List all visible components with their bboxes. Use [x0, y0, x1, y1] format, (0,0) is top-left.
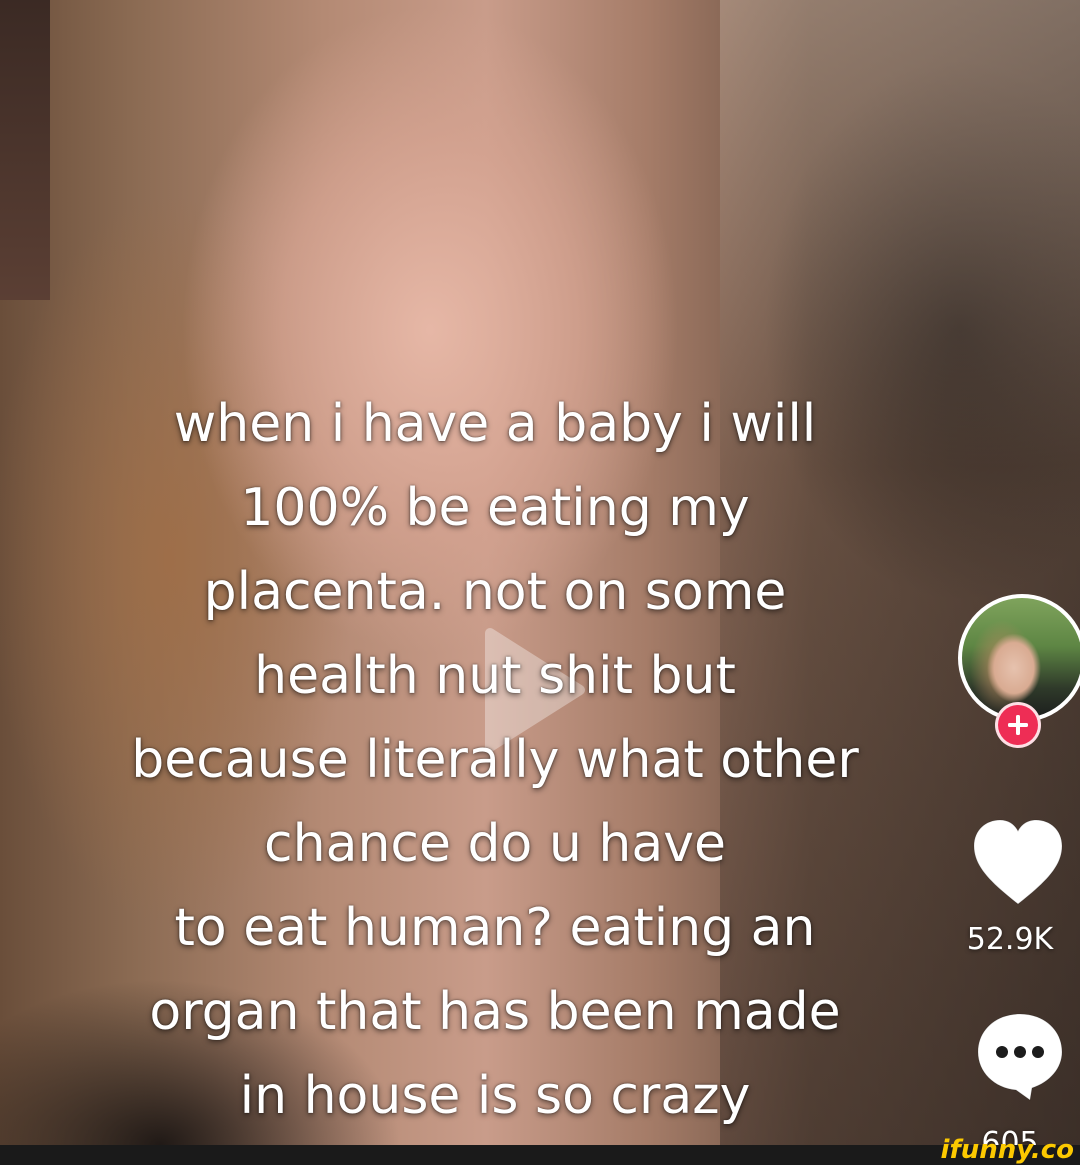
heart-icon[interactable]: [970, 816, 1066, 910]
caption-line: chance do u have: [264, 814, 726, 874]
caption-line: organ that has been made: [149, 982, 841, 1042]
footer-bar: [0, 1145, 1080, 1165]
comment-bubble-icon[interactable]: [972, 1008, 1068, 1104]
video-screen[interactable]: when i have a baby i will 100% be eating…: [0, 0, 1080, 1165]
caption-line: placenta. not on some: [203, 562, 787, 622]
creator-profile[interactable]: [950, 590, 1080, 748]
caption-line: when i have a baby i will: [173, 394, 817, 454]
ifunny-watermark: ifunny.co: [940, 1135, 1074, 1165]
caption-line: to eat human? eating an: [174, 898, 816, 958]
caption-line: health nut shit but: [254, 646, 736, 706]
poster: [0, 0, 50, 300]
caption-line: 100% be eating my: [240, 478, 750, 538]
video-caption: when i have a baby i will 100% be eating…: [60, 382, 930, 1138]
like-count: 52.9K: [966, 922, 1054, 957]
plus-icon: [1008, 715, 1028, 735]
follow-button[interactable]: [995, 702, 1041, 748]
caption-line: in house is so crazy: [239, 1066, 751, 1126]
caption-line: because literally what other: [131, 730, 859, 790]
